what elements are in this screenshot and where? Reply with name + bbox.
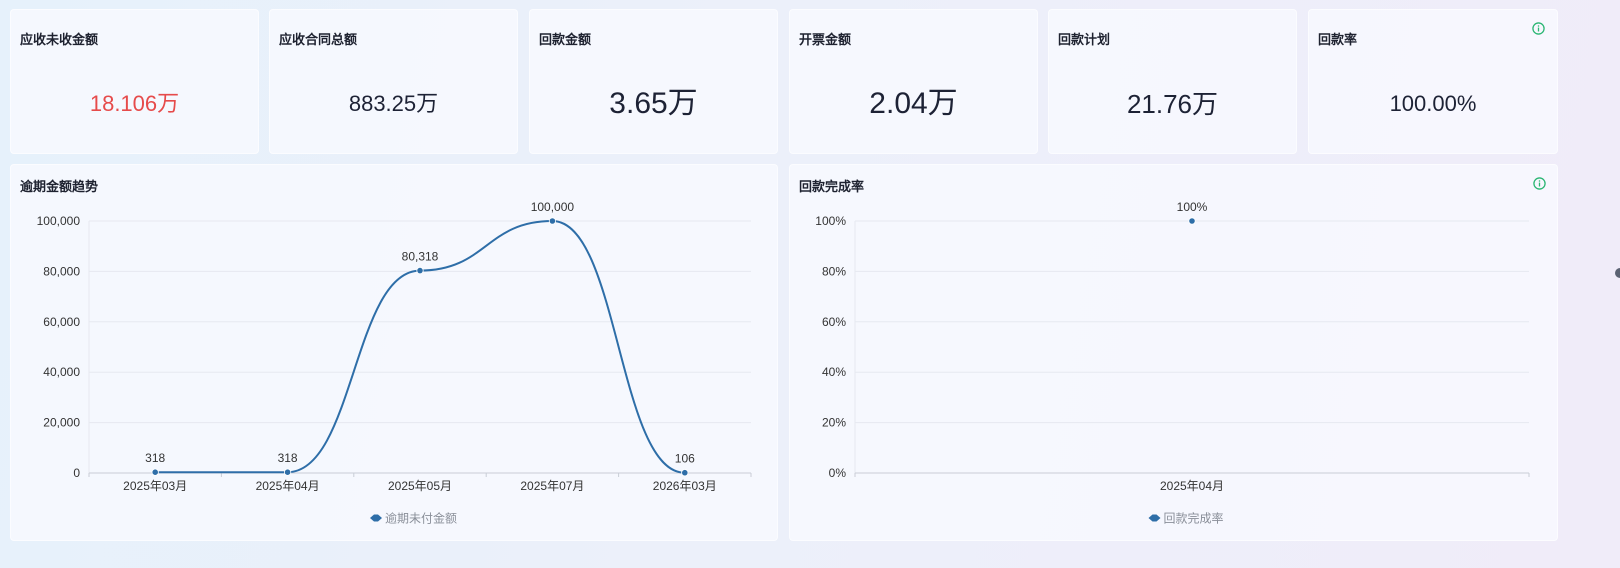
data-label: 106 xyxy=(675,452,695,466)
data-label: 100% xyxy=(1177,200,1208,214)
kpi-title: 回款计划 xyxy=(1058,33,1111,48)
y-tick-label: 100% xyxy=(815,214,846,228)
data-point xyxy=(681,469,689,477)
y-tick-label: 60,000 xyxy=(43,315,80,329)
legend-marker xyxy=(370,514,382,522)
data-label: 100,000 xyxy=(531,200,575,214)
kpi-value: 21.76万 xyxy=(1126,89,1219,119)
overdue-trend-chart: 0 20,000 40,000 60,000 80,000 100,000 2025年03月… xyxy=(37,200,752,526)
kpi-title: 回款金额 xyxy=(539,33,592,48)
y-tick-label: 20,000 xyxy=(43,416,80,430)
x-tick-label: 2025年03月 xyxy=(123,479,187,493)
completion-rate-chart: 0% 20% 40% 60% 80% 100% 2025年04月 100% 回款完成率 xyxy=(815,200,1530,526)
scroll-handle[interactable] xyxy=(1615,268,1620,278)
y-tick-label: 0% xyxy=(829,466,847,480)
data-point xyxy=(283,468,292,476)
data-point xyxy=(1188,217,1196,225)
kpi-value: 3.65万 xyxy=(609,87,698,120)
kpi-card-payment-rate: 回款率 100.00% xyxy=(1308,9,1558,154)
y-tick-label: 40% xyxy=(822,365,846,379)
x-tick-label: 2026年03月 xyxy=(653,479,717,493)
y-tick-label: 40,000 xyxy=(43,365,80,379)
data-point xyxy=(416,266,424,275)
kpi-card-payment-plan: 回款计划 21.76万 xyxy=(1048,9,1297,154)
kpi-value: 2.04万 xyxy=(869,87,958,120)
info-icon[interactable] xyxy=(1532,22,1545,35)
kpi-value: 18.106万 xyxy=(89,91,180,116)
kpi-title: 应收合同总额 xyxy=(279,33,358,48)
kpi-card-payment-amount: 回款金额 3.65万 xyxy=(529,9,778,154)
y-tick-label: 0 xyxy=(73,466,80,480)
x-tick-label: 2025年04月 xyxy=(256,479,320,493)
kpi-title: 开票金额 xyxy=(799,33,852,48)
legend-label: 逾期未付金额 xyxy=(385,511,457,526)
kpi-value: 883.25万 xyxy=(348,91,439,116)
y-tick-label: 80,000 xyxy=(43,264,80,278)
legend-marker xyxy=(1148,514,1161,522)
data-label: 318 xyxy=(145,451,165,465)
y-tick-label: 80% xyxy=(822,264,846,278)
x-tick-label: 2025年07月 xyxy=(520,479,584,493)
kpi-value: 100.00% xyxy=(1389,91,1477,116)
overdue-trend-panel: 逾期金额趋势 0 20,000 40,000 60,000 80,000 100,000 2… xyxy=(10,164,778,541)
kpi-card-contract-total: 应收合同总额 883.25万 xyxy=(269,9,518,154)
y-tick-label: 100,000 xyxy=(37,214,81,228)
x-tick-label: 2025年05月 xyxy=(388,479,452,493)
data-label: 318 xyxy=(278,451,298,465)
y-tick-label: 60% xyxy=(822,315,846,329)
kpi-card-receivable-unpaid: 应收未收金额 18.106万 xyxy=(10,9,259,154)
x-tick-label: 2025年04月 xyxy=(1160,479,1224,493)
completion-rate-panel: 回款完成率 0% 20% 40% 60% 80% 100% 2025年04月 100% 回款完成… xyxy=(789,164,1558,541)
kpi-title: 回款率 xyxy=(1318,33,1358,48)
data-point xyxy=(548,217,557,225)
data-label: 80,318 xyxy=(402,250,439,264)
legend-label: 回款完成率 xyxy=(1164,511,1224,526)
y-tick-label: 20% xyxy=(822,416,846,430)
data-point xyxy=(151,468,159,476)
kpi-card-invoice-amount: 开票金额 2.04万 xyxy=(789,9,1038,154)
kpi-title: 应收未收金额 xyxy=(20,33,99,48)
